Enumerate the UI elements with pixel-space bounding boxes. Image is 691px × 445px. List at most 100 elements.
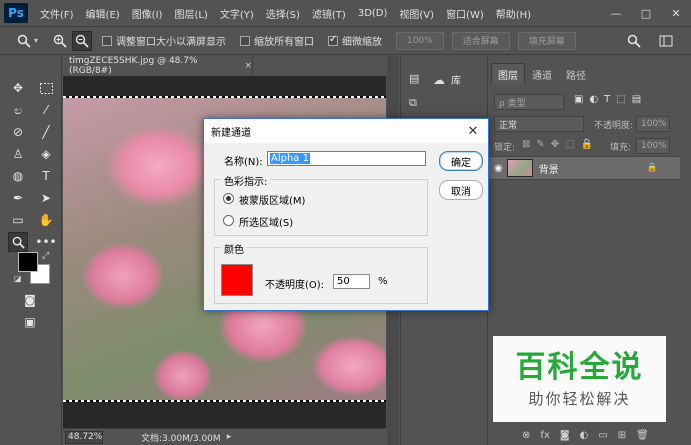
blend-mode-select[interactable]: 正常 xyxy=(494,116,584,132)
visibility-eye-icon[interactable]: ◉ xyxy=(494,163,503,174)
resize-windows-option[interactable]: 调整窗口大小以满屏显示 xyxy=(102,33,226,48)
layer-kind-filter[interactable]: ρ 类型 xyxy=(494,94,564,110)
search-icon[interactable] xyxy=(624,31,644,51)
eyedropper-tool-icon[interactable]: ⊘ xyxy=(8,122,28,142)
menu-file[interactable]: 文件(F) xyxy=(40,6,74,21)
add-mask-icon[interactable]: ◙ xyxy=(560,430,570,441)
selected-areas-label[interactable]: 所选区域(S) xyxy=(239,214,293,229)
channel-name-input[interactable]: Alpha 1 xyxy=(267,151,426,166)
close-document-icon[interactable]: × xyxy=(244,61,252,71)
menu-type[interactable]: 文字(Y) xyxy=(220,6,254,21)
percent-label: % xyxy=(378,276,388,287)
menu-filter[interactable]: 滤镜(T) xyxy=(312,6,346,21)
menu-3d[interactable]: 3D(D) xyxy=(358,8,388,19)
selected-areas-radio[interactable] xyxy=(223,215,234,226)
channel-color-swatch[interactable] xyxy=(221,264,253,296)
cancel-button[interactable]: 取消 xyxy=(439,180,483,200)
name-label: 名称(N): xyxy=(224,157,263,168)
dialog-titlebar: 新建通道 ✕ xyxy=(204,119,488,143)
magic-wand-tool-icon[interactable]: ⁄ xyxy=(36,100,56,120)
library-icon: ☁ xyxy=(433,72,445,87)
lock-icons[interactable]: ⊠✎✥⬚🔒 xyxy=(522,139,599,150)
menu-layer[interactable]: 图层(L) xyxy=(174,6,207,21)
layer-opacity-field[interactable]: 100% xyxy=(636,116,670,132)
zoom-tool-preset-icon[interactable] xyxy=(14,31,34,51)
masked-areas-radio[interactable] xyxy=(223,193,234,204)
fx-icon[interactable]: fx xyxy=(540,430,549,441)
scrubby-zoom-checkbox[interactable] xyxy=(328,34,339,46)
properties-panel-icon[interactable]: ⧉ xyxy=(409,96,417,110)
channel-opacity-input[interactable]: 50 xyxy=(333,274,370,289)
tab-layers[interactable]: 图层 xyxy=(491,63,525,85)
library-panel-button[interactable]: ☁ 库 xyxy=(433,72,461,88)
new-layer-icon[interactable]: ⊞ xyxy=(618,430,626,441)
minimize-button[interactable]: — xyxy=(601,0,631,26)
fill-field[interactable]: 100% xyxy=(636,138,670,154)
new-channel-dialog: 新建通道 ✕ 名称(N): Alpha 1 确定 取消 色彩指示: 被蒙版区域(… xyxy=(203,118,489,311)
maximize-button[interactable]: □ xyxy=(631,0,661,26)
status-bar: 48.72% 文档:3.00M/3.00M ▸ xyxy=(63,428,386,445)
menu-help[interactable]: 帮助(H) xyxy=(496,6,531,21)
menu-image[interactable]: 图像(I) xyxy=(132,6,163,21)
path-selection-tool-icon[interactable]: ➤ xyxy=(36,188,56,208)
gradient-tool-icon[interactable]: ◍ xyxy=(8,166,28,186)
status-arrow-icon[interactable]: ▸ xyxy=(227,432,232,442)
zoom-all-checkbox[interactable] xyxy=(240,35,251,46)
zoom-level-field[interactable]: 48.72% xyxy=(65,430,103,444)
masked-areas-label[interactable]: 被蒙版区域(M) xyxy=(239,192,305,207)
zoom-out-icon[interactable] xyxy=(72,30,93,51)
scrubby-zoom-label: 细微缩放 xyxy=(342,37,383,48)
tab-channels[interactable]: 通道 xyxy=(526,63,558,85)
stamp-tool-icon[interactable]: ♙ xyxy=(8,144,28,164)
menu-view[interactable]: 视图(V) xyxy=(399,6,434,21)
fill-screen-button[interactable]: 填充屏幕 xyxy=(517,31,576,50)
delete-layer-icon[interactable]: 🗑 xyxy=(636,430,649,441)
scrubby-zoom-option[interactable]: 细微缩放 xyxy=(328,33,382,48)
chevron-down-icon[interactable]: ▾ xyxy=(34,36,38,45)
adjustment-layer-icon[interactable]: ◐ xyxy=(580,430,589,441)
selection-border-bottom xyxy=(63,400,386,402)
group-icon[interactable]: ▭ xyxy=(598,430,607,441)
layer-name: 背景 xyxy=(538,164,559,176)
menu-window[interactable]: 窗口(W) xyxy=(446,6,484,21)
marquee-tool-icon[interactable] xyxy=(36,78,56,98)
dialog-close-icon[interactable]: ✕ xyxy=(464,122,482,140)
default-colors-icon[interactable]: ◪ xyxy=(14,274,22,283)
zoom-tool-icon[interactable] xyxy=(8,232,28,252)
layer-row-background[interactable]: ◉ 背景 🔒 xyxy=(488,156,680,180)
menu-bar: Ps 文件(F) 编辑(E) 图像(I) 图层(L) 文字(Y) 选择(S) 滤… xyxy=(0,0,691,26)
pen-tool-icon[interactable]: ✒ xyxy=(8,188,28,208)
resize-windows-label: 调整窗口大小以满屏显示 xyxy=(116,37,227,48)
zoom-all-label: 缩放所有窗口 xyxy=(254,37,315,48)
screen-mode-icon[interactable]: ▣ xyxy=(20,312,40,332)
history-panel-icon[interactable]: ▤ xyxy=(409,72,419,85)
eraser-tool-icon[interactable]: ◈ xyxy=(36,144,56,164)
document-tab[interactable]: timgZECE5SHK.jpg @ 48.7%(RGB/8#) × xyxy=(63,55,253,76)
lasso-tool-icon[interactable]: ಲ xyxy=(8,100,28,120)
layer-filter-icons[interactable]: ▣◐T⬚▤ xyxy=(574,94,647,105)
document-tab-title: timgZECE5SHK.jpg @ 48.7%(RGB/8#) xyxy=(69,55,198,76)
foreground-color-swatch[interactable] xyxy=(18,252,38,272)
swap-colors-icon[interactable]: ⤢ xyxy=(42,251,49,261)
move-tool-icon[interactable]: ✥ xyxy=(8,78,28,98)
menu-select[interactable]: 选择(S) xyxy=(266,6,300,21)
hand-tool-icon[interactable]: ✋ xyxy=(36,210,56,230)
color-indicates-label: 色彩指示: xyxy=(221,173,271,188)
fit-screen-button[interactable]: 适合屏幕 xyxy=(451,31,510,50)
tab-paths[interactable]: 路径 xyxy=(560,63,592,85)
more-tools-icon[interactable]: ••• xyxy=(35,232,56,252)
zoom-all-windows-option[interactable]: 缩放所有窗口 xyxy=(240,33,314,48)
resize-windows-checkbox[interactable] xyxy=(102,35,113,46)
menu-edit[interactable]: 编辑(E) xyxy=(86,6,120,21)
close-window-button[interactable]: ✕ xyxy=(661,0,691,26)
link-layers-icon[interactable]: ⊗ xyxy=(522,430,530,441)
rectangle-tool-icon[interactable]: ▭ xyxy=(8,210,28,230)
quick-mask-icon[interactable]: ◙ xyxy=(20,290,40,310)
zoom-in-icon[interactable] xyxy=(50,31,70,51)
type-tool-icon[interactable]: T xyxy=(36,166,56,186)
ok-button[interactable]: 确定 xyxy=(439,151,483,171)
workspace-icon[interactable] xyxy=(656,31,676,51)
watermark-logo: 百科全说 助你轻松解决 xyxy=(493,336,666,422)
zoom-percent-button[interactable]: 100% xyxy=(396,31,444,50)
brush-tool-icon[interactable]: ╱ xyxy=(36,122,56,142)
